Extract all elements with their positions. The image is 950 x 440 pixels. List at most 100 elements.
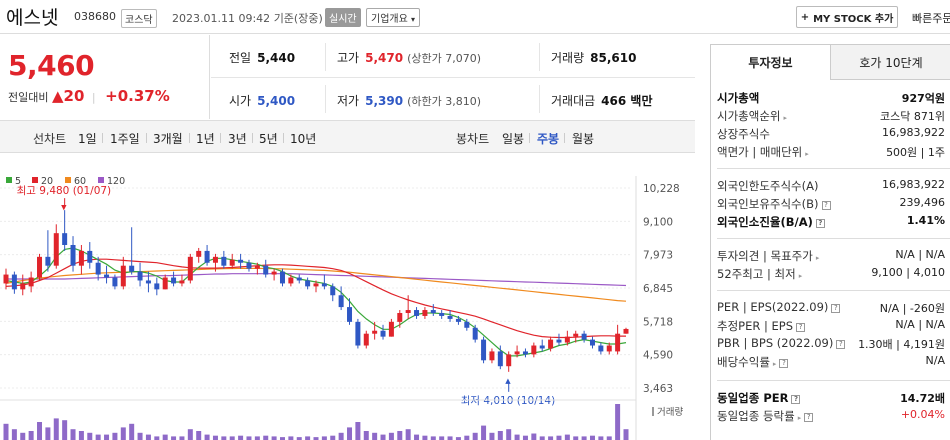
volume-bar xyxy=(414,434,420,440)
section-divider xyxy=(717,238,950,239)
volume-bar xyxy=(78,431,84,440)
volume: 거래량 85,610 xyxy=(551,51,637,65)
help-icon[interactable]: ? xyxy=(779,359,789,368)
chart-toolbar: 선차트 1일 1주일 3개월 1년 3년 5년 10년 봉차트 일봉 주봉 월봉 xyxy=(0,120,695,153)
candle-body xyxy=(53,233,59,266)
candle-body xyxy=(397,312,403,322)
volume-bar xyxy=(70,429,76,440)
tab-invest-info[interactable]: 투자정보 xyxy=(711,44,831,80)
volume-bar xyxy=(95,434,101,440)
help-icon[interactable]: ? xyxy=(791,395,801,404)
candle-body xyxy=(414,310,420,316)
chevron-right-icon: ▸ xyxy=(798,272,803,280)
volume-legend-mark xyxy=(652,407,654,416)
volume-bar xyxy=(531,433,537,440)
candle-body xyxy=(305,280,311,287)
volume-bar xyxy=(514,434,520,440)
volume-bar xyxy=(347,427,353,440)
volume-bar xyxy=(53,418,59,440)
section-divider xyxy=(717,380,950,381)
candle-body xyxy=(514,351,520,355)
candle-chart-label: 봉차트 xyxy=(456,132,490,146)
period-3m[interactable]: 3개월 xyxy=(153,130,183,147)
period-1y[interactable]: 1년 xyxy=(196,130,215,147)
mystock-add-button[interactable]: + MY STOCK 추가 xyxy=(796,6,898,28)
invest-row-value: N/A | N/A xyxy=(895,318,945,331)
candle-body xyxy=(464,321,470,328)
invest-row: 외국인소진율(B/A)? 1.41% xyxy=(717,214,950,232)
stock-chart[interactable]: 10,228 9,100 7,973 6,845 5,718 4,590 3,463 5 20 6… xyxy=(0,154,695,440)
candle-body xyxy=(179,280,185,284)
volume-bar xyxy=(506,429,512,440)
volume-bar xyxy=(263,435,269,440)
period-1d[interactable]: 1일 xyxy=(78,130,97,147)
period-1w[interactable]: 1주일 xyxy=(110,130,140,147)
candle-body xyxy=(372,330,378,334)
help-icon[interactable]: ? xyxy=(815,219,825,228)
candle-body xyxy=(95,262,101,275)
candle-weekly[interactable]: 주봉 xyxy=(537,130,559,147)
candle-body xyxy=(238,259,244,263)
y-tick-label: 6,845 xyxy=(643,283,673,295)
candle-body xyxy=(288,277,294,284)
volume-bar xyxy=(229,436,235,440)
volume-bar xyxy=(481,425,487,440)
candle-body xyxy=(204,250,210,263)
help-icon[interactable]: ? xyxy=(804,413,814,422)
period-10y[interactable]: 10년 xyxy=(290,130,316,147)
candle-body xyxy=(279,271,285,284)
period-3y[interactable]: 3년 xyxy=(228,130,247,147)
volume-bar xyxy=(472,432,478,440)
volume-bar xyxy=(405,429,411,440)
volume-bar xyxy=(120,427,126,440)
volume-bar xyxy=(573,436,579,440)
help-icon[interactable]: ? xyxy=(821,201,831,210)
candle-body xyxy=(489,351,495,361)
volume-bar xyxy=(37,422,43,440)
candle-body xyxy=(137,271,143,281)
volume-bar xyxy=(28,431,34,440)
invest-row: 시가총액 927억원 xyxy=(717,90,950,108)
y-tick-label: 3,463 xyxy=(643,383,673,395)
candle-body xyxy=(70,244,76,266)
volume-bar xyxy=(305,436,311,440)
volume-bar xyxy=(45,427,51,440)
candle-body xyxy=(171,277,177,284)
section-divider xyxy=(717,290,950,291)
stock-name: 에스넷 xyxy=(6,7,59,29)
y-tick-label: 7,973 xyxy=(643,250,673,262)
candle-daily[interactable]: 일봉 xyxy=(502,130,524,147)
invest-row-value: N/A | N/A xyxy=(895,248,945,261)
invest-row-label: 시가총액 xyxy=(717,91,760,105)
period-5y[interactable]: 5년 xyxy=(259,130,278,147)
help-icon[interactable]: ? xyxy=(836,340,846,349)
volume-bar xyxy=(522,435,528,440)
y-tick-label: 4,590 xyxy=(643,350,673,362)
realtime-button[interactable]: 실시간 xyxy=(325,8,361,27)
company-overview-button[interactable]: 기업개요 ▾ xyxy=(366,8,421,27)
invest-row-value: N/A xyxy=(925,354,945,367)
invest-row-value: 1.41% xyxy=(906,214,945,227)
help-icon[interactable]: ? xyxy=(796,323,806,332)
candle-body xyxy=(455,318,461,322)
candle-monthly[interactable]: 월봉 xyxy=(572,130,594,147)
candle-body xyxy=(405,310,411,313)
high-annotation: 최고 9,480 (01/07) xyxy=(17,185,112,197)
candle-body xyxy=(481,339,487,361)
invest-row-value: 14.72배 xyxy=(900,392,945,405)
volume-bar xyxy=(196,431,202,440)
invest-row: 동일업종 등락률 ▸? +0.04% xyxy=(717,408,950,426)
volume-bar xyxy=(623,429,629,440)
volume-bar xyxy=(3,423,9,440)
price-box: 5,460 전일대비 ▲20 | +0.37% xyxy=(0,35,210,119)
quick-order-link[interactable]: 빠른주문 xyxy=(912,10,950,26)
candle-body xyxy=(598,345,604,352)
candle-body xyxy=(313,283,319,287)
help-icon[interactable]: ? xyxy=(831,304,841,313)
candle-body xyxy=(321,283,327,287)
volume-bar xyxy=(372,432,378,440)
high-price: 고가 5,470 (상한가 7,070) xyxy=(337,51,481,65)
candle-body xyxy=(196,250,202,257)
tab-orderbook[interactable]: 호가 10단계 xyxy=(831,44,950,80)
candle-body xyxy=(271,271,277,275)
